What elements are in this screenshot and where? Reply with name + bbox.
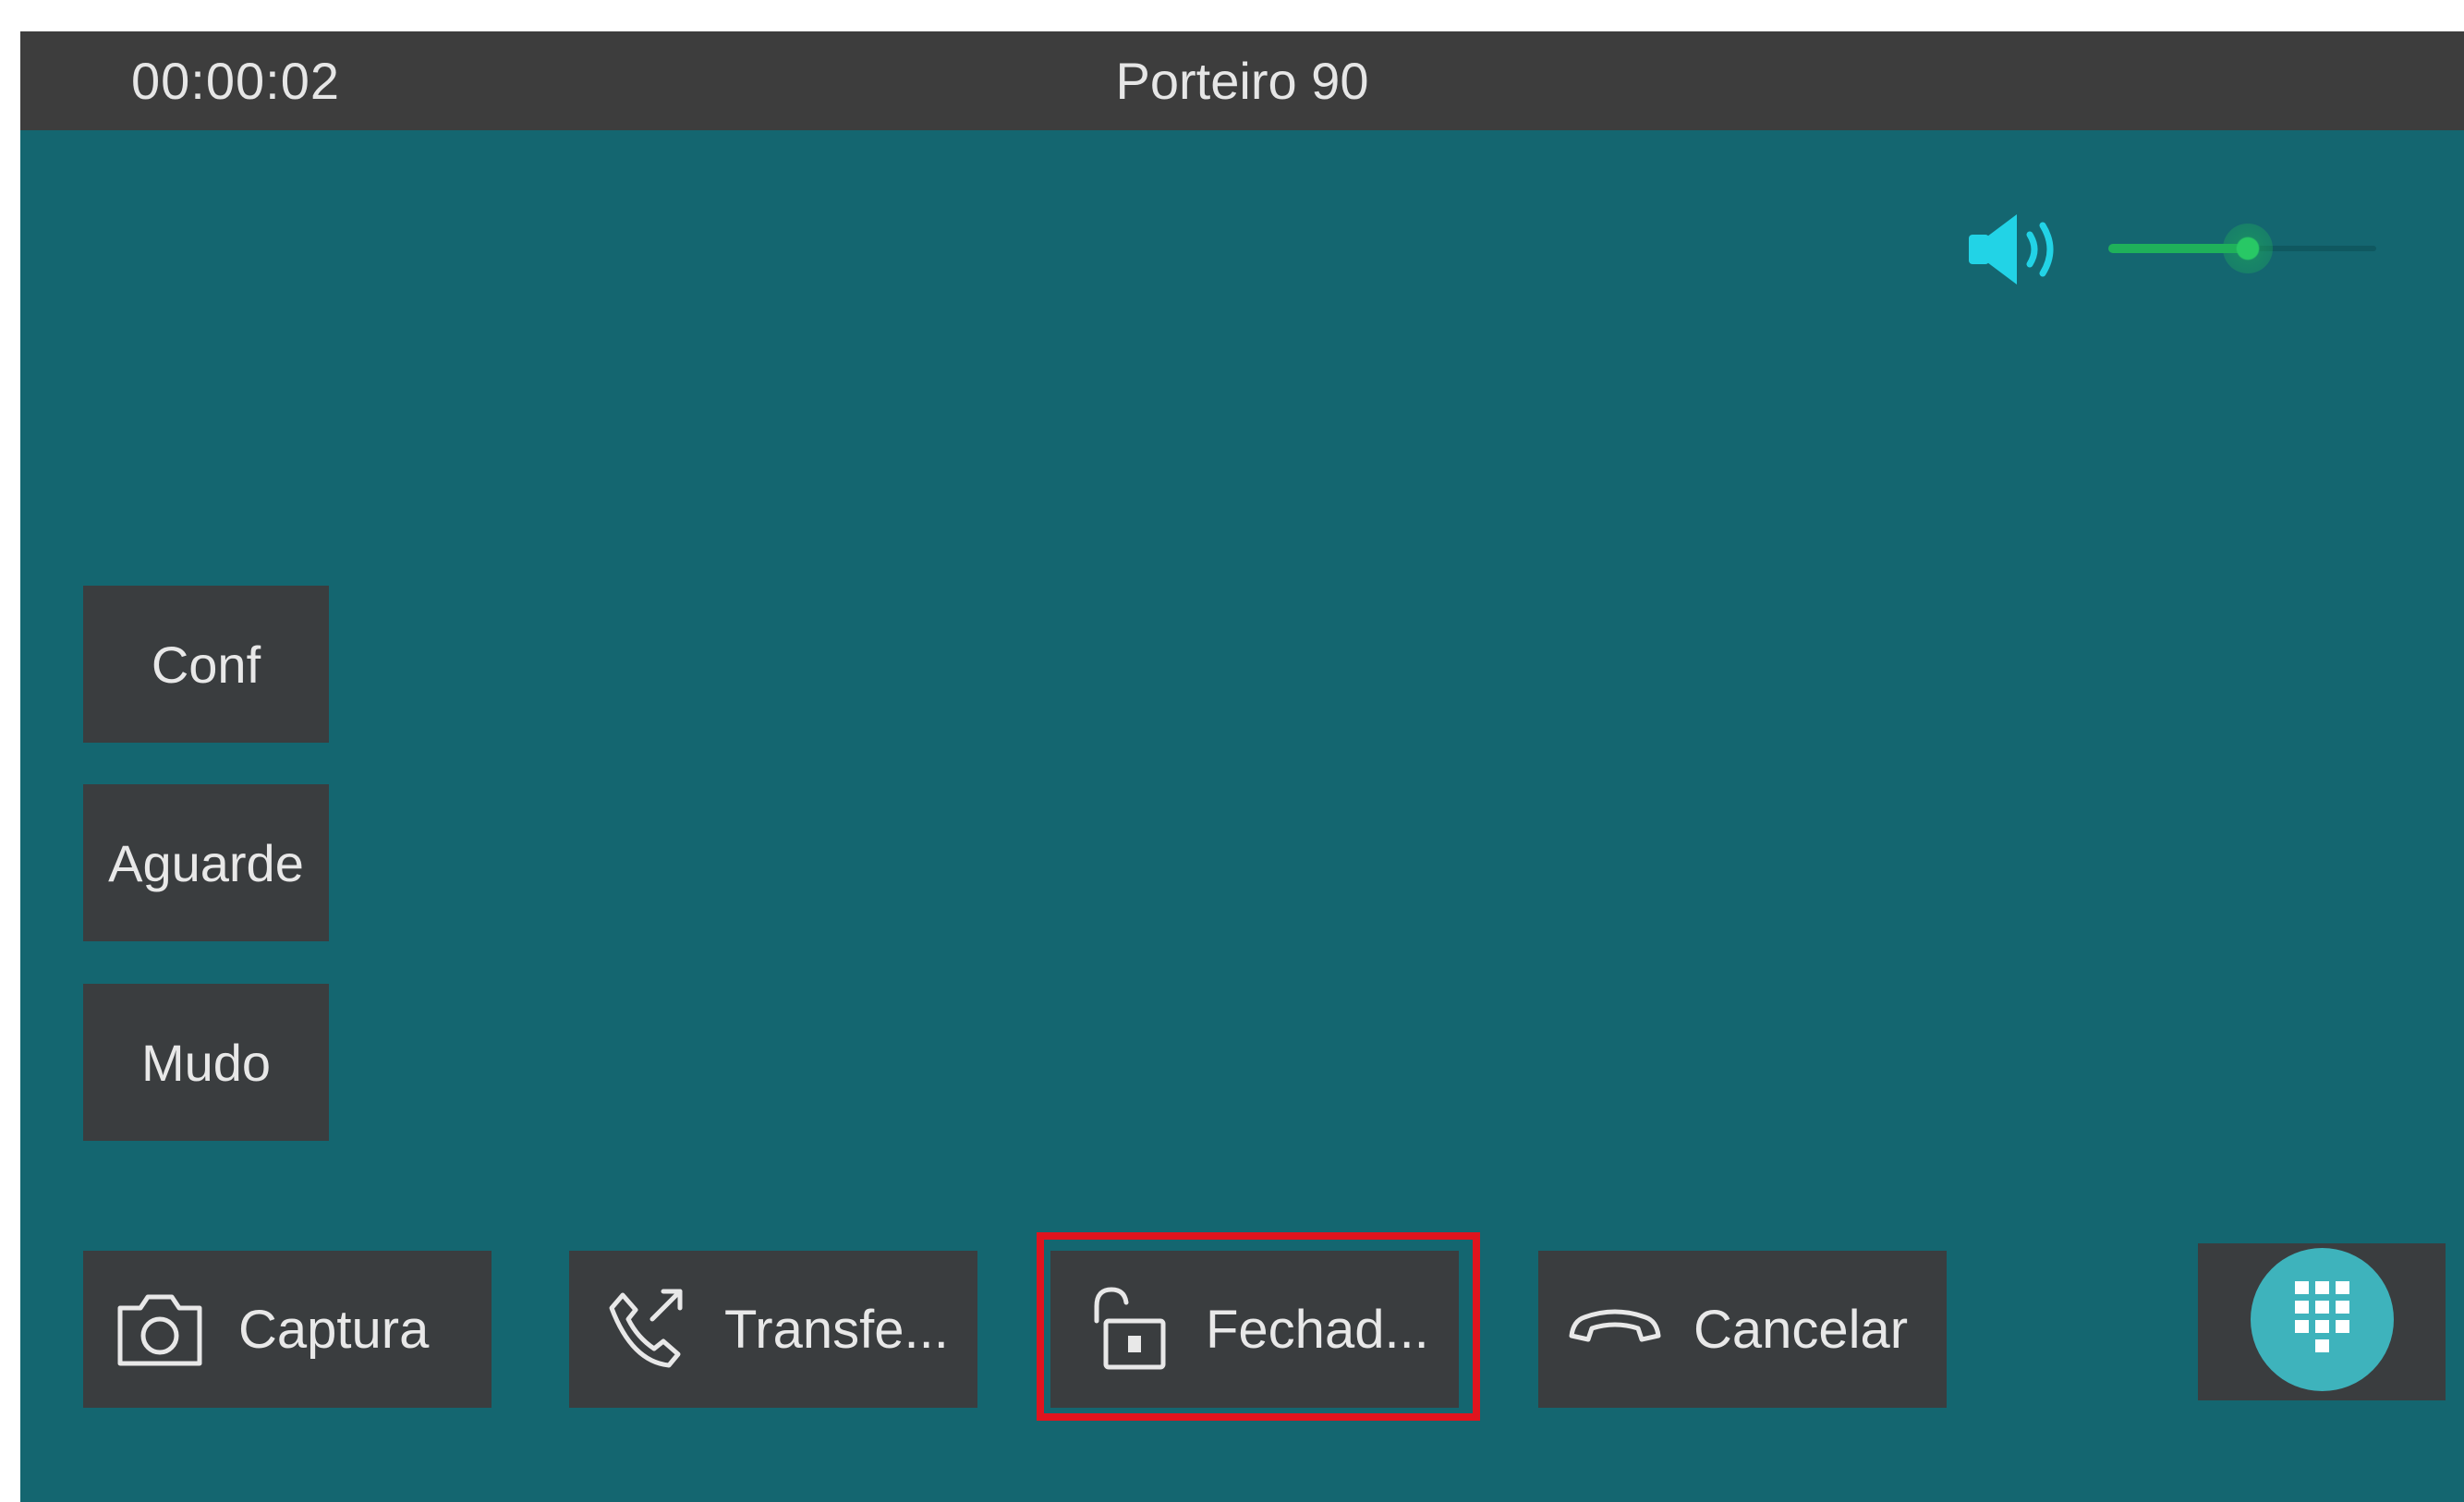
conference-button-label: Conf bbox=[151, 635, 261, 694]
hold-button-label: Aguarde bbox=[108, 833, 304, 892]
transfer-button[interactable]: Transfe... bbox=[569, 1251, 977, 1408]
mute-button-label: Mudo bbox=[140, 1033, 272, 1092]
capture-button-label: Captura bbox=[238, 1299, 430, 1360]
hang-up-icon bbox=[1569, 1309, 1661, 1342]
hold-button[interactable]: Aguarde bbox=[83, 784, 329, 941]
conference-button[interactable]: Conf bbox=[83, 586, 329, 743]
transfer-button-label: Transfe... bbox=[724, 1299, 949, 1360]
call-screen: 00:00:02 Porteiro 90 Conf Aguarde Mudo C… bbox=[20, 31, 2464, 1502]
cancel-call-button[interactable]: Cancelar bbox=[1538, 1251, 1947, 1408]
speaker-icon[interactable] bbox=[1965, 207, 2076, 290]
cancel-call-button-label: Cancelar bbox=[1693, 1299, 1909, 1360]
unlock-door-button-label: Fechad... bbox=[1206, 1299, 1429, 1360]
unlock-door-button[interactable]: Fechad... bbox=[1050, 1251, 1459, 1408]
call-transfer-icon bbox=[609, 1289, 683, 1368]
call-status-bar: 00:00:02 Porteiro 90 bbox=[20, 31, 2464, 130]
mute-button[interactable]: Mudo bbox=[83, 984, 329, 1141]
dialpad-icon-background bbox=[2251, 1248, 2394, 1391]
volume-slider-thumb[interactable] bbox=[2222, 224, 2273, 273]
dialpad-button[interactable] bbox=[2198, 1243, 2446, 1400]
volume-control bbox=[1965, 207, 2409, 290]
caller-name: Porteiro 90 bbox=[1115, 52, 1369, 110]
dialpad-icon bbox=[2295, 1281, 2349, 1352]
camera-icon bbox=[117, 1294, 202, 1366]
volume-slider[interactable] bbox=[2108, 224, 2376, 273]
unlock-icon bbox=[1094, 1287, 1166, 1370]
capture-button[interactable]: Captura bbox=[83, 1251, 492, 1408]
